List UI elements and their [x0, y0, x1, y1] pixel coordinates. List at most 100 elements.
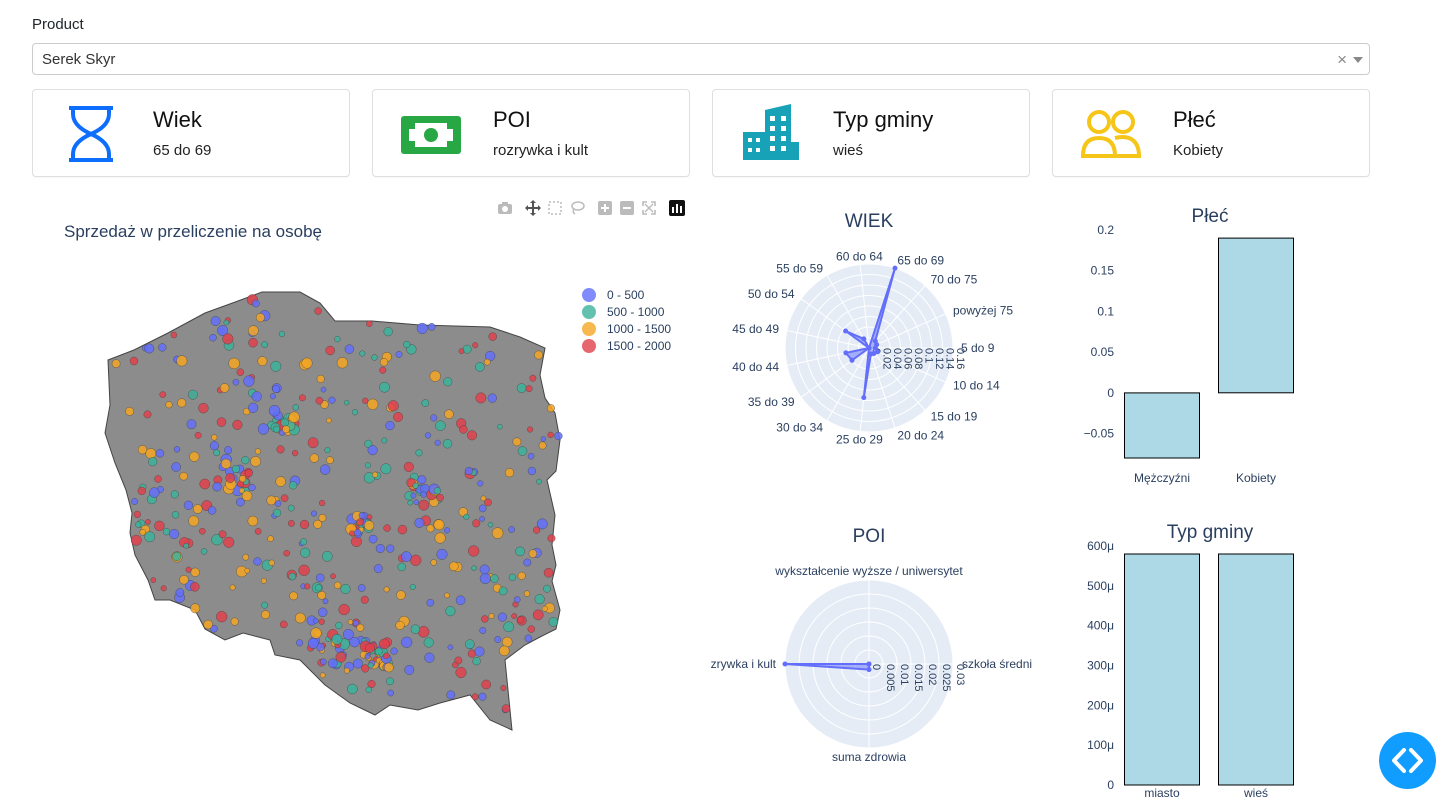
map-point [139, 529, 146, 536]
map-point [143, 410, 152, 419]
map-point [247, 515, 259, 527]
plotly-logo-icon[interactable] [669, 200, 685, 216]
polar-point [843, 350, 849, 356]
map-point [385, 421, 395, 431]
map-point [383, 586, 390, 593]
map-point [525, 385, 533, 393]
legend-label: 500 - 1000 [607, 305, 665, 319]
polar-category-label: powyżej 75 [953, 304, 1013, 318]
map-point [412, 482, 419, 489]
map-point [315, 396, 324, 405]
map-point [452, 661, 459, 669]
map-point [222, 333, 234, 345]
map-point [357, 584, 366, 592]
map-point [314, 584, 323, 592]
map-point [381, 437, 388, 444]
map-point [159, 391, 167, 398]
chevron-down-icon[interactable] [1353, 57, 1363, 63]
bar-y-tick-label: 0.2 [1097, 223, 1114, 237]
map-point [497, 612, 507, 622]
map-chart[interactable]: Sprzedaż w przeliczenie na osobę 0 - 500… [0, 215, 700, 745]
map-point [328, 396, 336, 404]
map-point [356, 518, 364, 526]
map-point [253, 557, 262, 566]
map-point [300, 538, 308, 546]
map-point [368, 534, 378, 544]
polar-point [874, 342, 880, 348]
map-point [455, 595, 466, 606]
map-point [379, 381, 390, 393]
map-point [282, 425, 290, 434]
money-bill-icon [401, 116, 461, 154]
wiek-polar-chart[interactable]: WIEK 00.020.040.060.080.10.120.140.165 d… [700, 200, 1040, 465]
map-point [403, 461, 414, 472]
map-point [424, 432, 432, 439]
map-point [188, 515, 200, 527]
map-point [317, 590, 327, 600]
map-point [534, 594, 545, 605]
map-point [397, 562, 406, 572]
polar-tick-label: 0.005 [884, 664, 896, 692]
map-point [548, 617, 559, 627]
map-point [326, 456, 334, 464]
card-value: 65 do 69 [153, 142, 212, 159]
map-point [390, 647, 398, 655]
map-point [415, 449, 423, 457]
polar-category-label: zrywka i kult [711, 657, 777, 671]
map-point [287, 519, 295, 527]
map-point [211, 434, 218, 441]
map-point [220, 458, 232, 469]
box-select-icon[interactable] [547, 200, 563, 216]
polar-category-label: 20 do 24 [897, 429, 944, 443]
map-point [414, 517, 425, 528]
map-point [162, 528, 171, 536]
map-point [318, 513, 327, 522]
pan-icon[interactable] [525, 200, 541, 216]
map-point [343, 667, 350, 674]
zoom-in-icon[interactable] [597, 200, 613, 216]
legend-marker [582, 305, 596, 319]
map-point [479, 516, 485, 522]
map-point [365, 686, 372, 693]
map-point [534, 350, 543, 360]
zoom-out-icon[interactable] [619, 200, 635, 216]
autoscale-icon[interactable] [641, 200, 657, 216]
map-point [248, 483, 256, 492]
map-point [497, 423, 503, 430]
map-point [179, 575, 189, 585]
wiek-title: WIEK [845, 211, 894, 232]
bar-y-tick-label: 200μ [1087, 698, 1114, 712]
map-point [186, 419, 197, 430]
typ-gminy-bar-chart[interactable]: Typ gminy 600μ 500μ 400μ 300μ 200μ 100μ 0 miast… [1060, 512, 1360, 806]
map-point [418, 499, 430, 511]
map-point [239, 475, 247, 483]
map-point [203, 619, 213, 630]
map-point [315, 573, 325, 583]
map-point [527, 452, 535, 460]
map-point [426, 524, 435, 533]
map-point [232, 378, 240, 386]
map-point [364, 643, 375, 653]
map-point [228, 357, 240, 370]
plec-bar-chart[interactable]: Płeć 0.2 0.15 0.1 0.05 0 −0.05 Mężczyźni Kobiet… [1060, 195, 1360, 495]
map-point [403, 340, 411, 349]
legend-marker [582, 322, 596, 336]
clear-icon[interactable]: × [1337, 50, 1347, 70]
map-point [447, 644, 454, 651]
map-point [288, 411, 300, 423]
polar-category-label: 35 do 39 [748, 395, 795, 409]
camera-icon[interactable] [497, 200, 513, 216]
map-point [276, 445, 285, 454]
poi-polar-chart[interactable]: POI 0 0.005 0.01 0.015 0.02 0.025 0.03wykształ… [700, 515, 1040, 780]
polar-category-label: wykształcenie wyższe / uniwersytet [774, 564, 963, 578]
map-point [416, 322, 428, 334]
map-point [273, 425, 281, 433]
product-select[interactable]: Serek Skyr × [32, 43, 1370, 75]
map-point [364, 462, 371, 469]
map-point [269, 393, 276, 400]
lasso-icon[interactable] [569, 200, 585, 216]
code-toggle-button[interactable] [1379, 732, 1436, 789]
map-point [344, 344, 355, 354]
map-point [216, 417, 227, 427]
map-point [272, 384, 281, 393]
